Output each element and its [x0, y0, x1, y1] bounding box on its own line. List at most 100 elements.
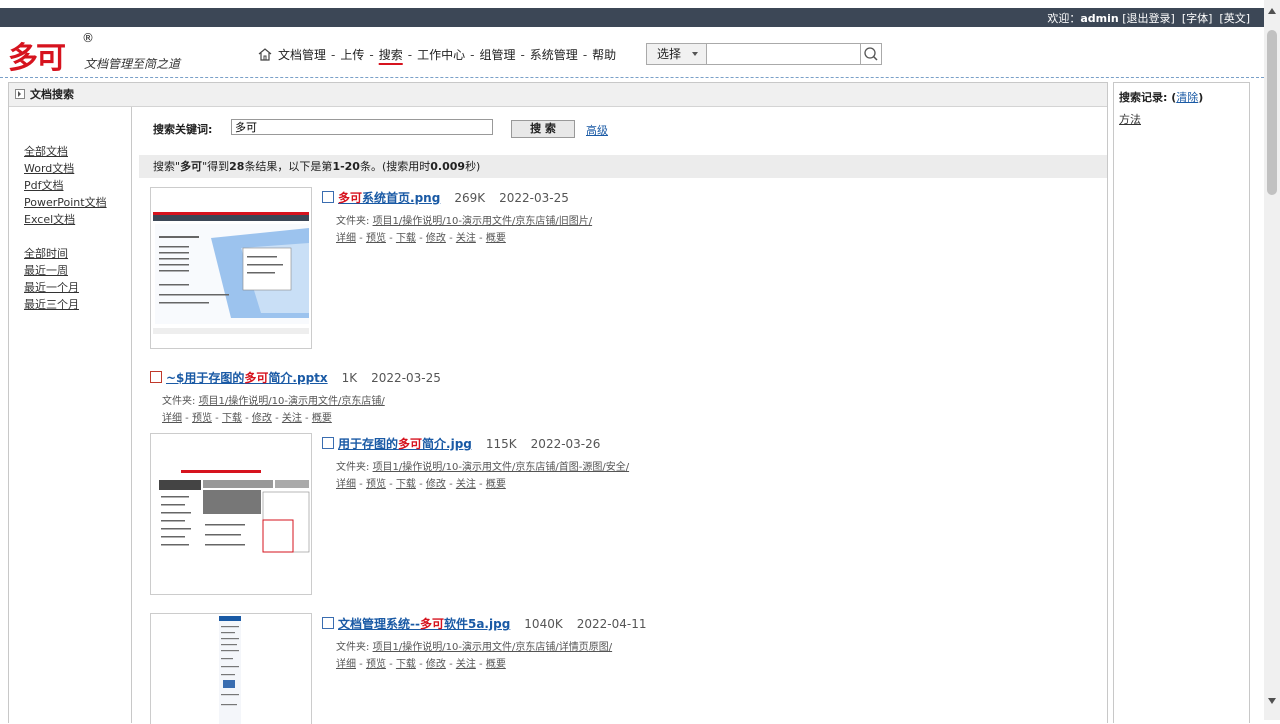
result-thumbnail[interactable]	[150, 613, 312, 724]
action-follow[interactable]: 关注	[456, 233, 476, 244]
filter-last-month[interactable]: 最近一个月	[24, 279, 107, 296]
filter-excel[interactable]: Excel文档	[24, 211, 107, 228]
action-edit[interactable]: 修改	[426, 233, 446, 244]
result-size: 1040K	[524, 617, 563, 631]
logo[interactable]: 多可 ® 文档管理至简之道	[8, 31, 180, 77]
clear-history-link[interactable]: 清除	[1176, 91, 1198, 104]
image-file-icon	[322, 617, 334, 629]
filter-powerpoint[interactable]: PowerPoint文档	[24, 194, 107, 211]
search-button[interactable]: 搜 索	[511, 120, 575, 138]
action-preview[interactable]: 预览	[366, 233, 386, 244]
action-download[interactable]: 下载	[396, 479, 416, 490]
results-summary: 搜索"多可"得到28条结果，以下是第1-20条。(搜索用时0.009秒)	[139, 155, 1107, 178]
top-search-input[interactable]	[708, 44, 860, 64]
panel-header: 文档搜索	[9, 83, 1107, 107]
action-detail[interactable]: 详细	[336, 233, 356, 244]
keyword-input[interactable]	[231, 119, 493, 135]
filter-last-week[interactable]: 最近一周	[24, 262, 107, 279]
top-search-button[interactable]	[860, 44, 881, 64]
scroll-thumb[interactable]	[1267, 30, 1277, 195]
action-follow[interactable]: 关注	[456, 659, 476, 670]
home-icon[interactable]	[258, 48, 272, 61]
result-title-link[interactable]: 多可系统首页.png	[338, 191, 440, 205]
result-item: 文档管理系统--多可软件5a.jpg 1040K 2022-04-11 文件夹: 项…	[322, 615, 646, 670]
results-area: 搜索关键词: 搜 索 高级 搜索"多可"得到28条结果，以下是第1-20条。(搜…	[139, 107, 1107, 724]
result-date: 2022-03-25	[499, 191, 569, 205]
nav-system[interactable]: 系统管理	[530, 48, 578, 62]
filter-last-3-months[interactable]: 最近三个月	[24, 296, 107, 313]
scroll-down-icon[interactable]	[1268, 698, 1276, 704]
chevron-down-icon	[692, 52, 698, 56]
action-follow[interactable]: 关注	[456, 479, 476, 490]
action-preview[interactable]: 预览	[366, 659, 386, 670]
nav-search[interactable]: 搜索	[379, 48, 403, 62]
image-file-icon	[322, 191, 334, 203]
result-title-link[interactable]: 用于存图的多可简介.jpg	[338, 437, 472, 451]
page-scrollbar[interactable]	[1264, 0, 1280, 720]
top-search: 选择	[646, 43, 882, 65]
filter-all-time[interactable]: 全部时间	[24, 245, 107, 262]
result-folder-link[interactable]: 项目1/操作说明/10-演示用文件/京东店铺/详情页原图/	[373, 642, 613, 653]
nav-group[interactable]: 组管理	[479, 48, 515, 62]
english-link[interactable]: [英文]	[1219, 12, 1250, 25]
expand-icon[interactable]	[15, 89, 25, 99]
result-thumbnail[interactable]	[150, 433, 312, 595]
action-edit[interactable]: 修改	[426, 659, 446, 670]
action-detail[interactable]: 详细	[336, 479, 356, 490]
main-nav: 文档管理 - 上传 - 搜索 - 工作中心 - 组管理 - 系统管理 - 帮助	[258, 46, 616, 63]
search-history-panel: 搜索记录: (清除) 方法	[1113, 82, 1250, 723]
filters: 全部文档 Word文档 Pdf文档 PowerPoint文档 Excel文档 全…	[24, 143, 107, 313]
action-summary[interactable]: 概要	[312, 413, 332, 424]
result-folder-link[interactable]: 项目1/操作说明/10-演示用文件/京东店铺/旧图片/	[373, 216, 593, 227]
logo-slogan: 文档管理至简之道	[84, 57, 181, 71]
action-download[interactable]: 下载	[396, 233, 416, 244]
header: 多可 ® 文档管理至简之道 文档管理 - 上传 - 搜索 - 工作中心 - 组管理 - 系统管理 - 帮…	[0, 27, 1264, 78]
action-edit[interactable]: 修改	[426, 479, 446, 490]
nav-docs[interactable]: 文档管理	[278, 48, 326, 62]
action-follow[interactable]: 关注	[282, 413, 302, 424]
filter-pdf[interactable]: Pdf文档	[24, 177, 107, 194]
action-summary[interactable]: 概要	[486, 233, 506, 244]
result-date: 2022-03-25	[371, 371, 441, 385]
filter-word[interactable]: Word文档	[24, 160, 107, 177]
powerpoint-file-icon	[150, 371, 162, 383]
result-thumbnail[interactable]	[150, 187, 312, 349]
filter-all-docs[interactable]: 全部文档	[24, 143, 107, 160]
action-detail[interactable]: 详细	[336, 659, 356, 670]
nav-work-center[interactable]: 工作中心	[417, 48, 465, 62]
result-item: ~$用于存图的多可简介.pptx 1K 2022-03-25 文件夹: 项目1/操作…	[150, 369, 441, 424]
advanced-search-link[interactable]: 高级	[586, 122, 608, 138]
action-preview[interactable]: 预览	[366, 479, 386, 490]
result-item: 用于存图的多可简介.jpg 115K 2022-03-26 文件夹: 项目1/操作说…	[322, 435, 629, 490]
result-title-link[interactable]: 文档管理系统--多可软件5a.jpg	[338, 617, 510, 631]
keyword-label: 搜索关键词:	[153, 123, 213, 136]
search-icon	[864, 47, 878, 61]
top-strip	[0, 0, 1264, 8]
nav-upload[interactable]: 上传	[340, 48, 364, 62]
history-item-link[interactable]: 方法	[1119, 113, 1141, 126]
result-folder-link[interactable]: 项目1/操作说明/10-演示用文件/京东店铺/	[199, 396, 385, 407]
result-title-link[interactable]: ~$用于存图的多可简介.pptx	[166, 371, 328, 385]
logout-link[interactable]: [退出登录]	[1122, 12, 1175, 25]
result-item: 多可系统首页.png 269K 2022-03-25 文件夹: 项目1/操作说明/1…	[322, 189, 592, 244]
result-date: 2022-03-26	[530, 437, 601, 451]
result-date: 2022-04-11	[576, 617, 647, 631]
result-folder-link[interactable]: 项目1/操作说明/10-演示用文件/京东店铺/首图-源图/安全/	[373, 462, 630, 473]
result-size: 115K	[485, 437, 517, 451]
action-summary[interactable]: 概要	[486, 659, 506, 670]
action-preview[interactable]: 预览	[192, 413, 212, 424]
action-download[interactable]: 下载	[396, 659, 416, 670]
action-download[interactable]: 下载	[222, 413, 242, 424]
nav-help[interactable]: 帮助	[592, 48, 616, 62]
result-size: 1K	[341, 371, 358, 385]
username: admin	[1080, 12, 1119, 25]
history-item: 方法	[1114, 105, 1249, 127]
image-file-icon	[322, 437, 334, 449]
scroll-up-icon[interactable]	[1268, 8, 1276, 14]
action-edit[interactable]: 修改	[252, 413, 272, 424]
action-detail[interactable]: 详细	[162, 413, 182, 424]
font-link[interactable]: [字体]	[1182, 12, 1213, 25]
action-summary[interactable]: 概要	[486, 479, 506, 490]
welcome-text: 欢迎：	[1047, 12, 1081, 25]
search-scope-select[interactable]: 选择	[647, 44, 707, 64]
